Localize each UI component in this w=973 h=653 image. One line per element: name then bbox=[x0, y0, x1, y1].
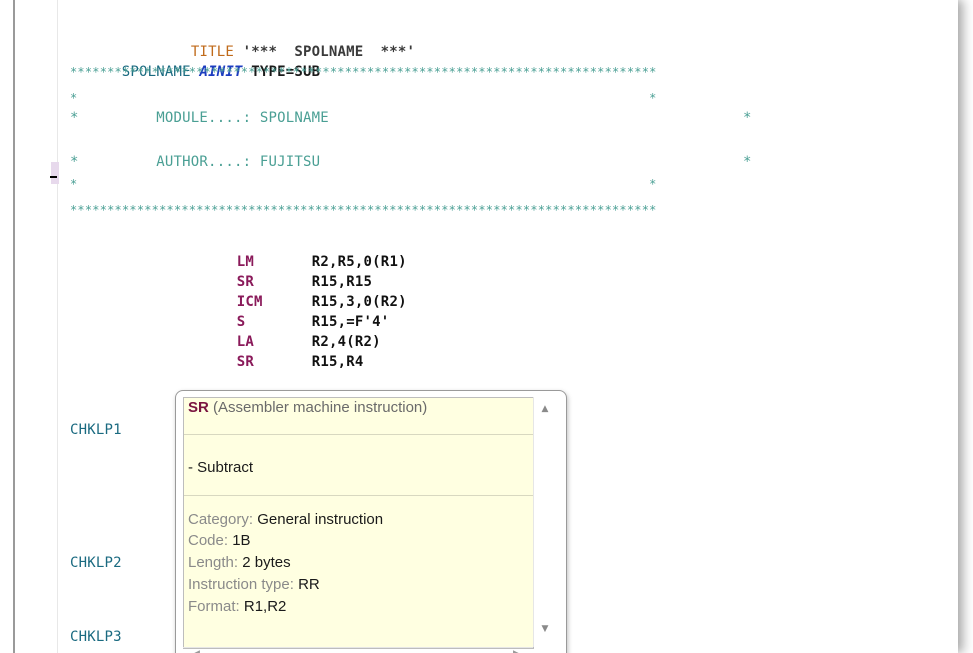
length-label: Length: bbox=[188, 554, 239, 571]
tooltip-subtitle: (Assembler machine instruction) bbox=[213, 399, 428, 416]
tooltip-horizontal-scrollbar[interactable]: ◀ ▶ bbox=[183, 647, 533, 653]
current-line-marker bbox=[51, 162, 59, 184]
length-value: 2 bytes bbox=[242, 554, 291, 571]
comment-line: ****************************************… bbox=[70, 65, 657, 79]
instruction-line-hovered[interactable]: SR R15,R4 bbox=[185, 332, 364, 370]
tooltip-format: Format: R1,R2 bbox=[188, 597, 286, 617]
instruction-line[interactable]: ICM R15,3,0(R2) bbox=[185, 272, 407, 310]
category-label: Category: bbox=[188, 511, 254, 528]
scroll-left-arrow-icon[interactable]: ◀ bbox=[193, 649, 200, 653]
tooltip-content[interactable]: SR (Assembler machine instruction) - Sub… bbox=[183, 397, 534, 649]
label-chklp3[interactable]: CHKLP3 bbox=[70, 627, 122, 647]
tooltip-code: Code: 1B bbox=[188, 531, 251, 551]
tooltip-description: - Subtract bbox=[188, 459, 254, 476]
category-value: General instruction bbox=[257, 511, 384, 528]
code-label: Code: bbox=[188, 532, 229, 549]
editor-gutter[interactable] bbox=[15, 0, 58, 653]
comment-line: ****************************************… bbox=[70, 203, 657, 217]
tooltip-divider bbox=[184, 495, 533, 496]
title-string-end: ***' bbox=[372, 44, 416, 60]
comment-line: * * bbox=[70, 91, 657, 105]
tooltip-vertical-scrollbar[interactable]: ▲ ▼ bbox=[533, 397, 556, 647]
label-chklp2[interactable]: CHKLP2 bbox=[70, 553, 122, 573]
text-cursor bbox=[50, 176, 57, 178]
instruction-line[interactable]: S R15,=F'4' bbox=[185, 292, 389, 330]
instruction-line[interactable]: SR R15,R15 bbox=[185, 252, 372, 290]
comment-author-line: * AUTHOR....: FUJITSU * bbox=[70, 154, 752, 170]
scroll-right-arrow-icon[interactable]: ▶ bbox=[513, 649, 520, 653]
tooltip-divider bbox=[184, 434, 533, 435]
instruction-line[interactable]: LM R2,R5,0(R1) bbox=[185, 232, 407, 270]
code-value: 1B bbox=[232, 532, 251, 549]
title-statement[interactable]: TITLE '*** SPOLNAME ***' bbox=[70, 22, 415, 60]
scroll-down-arrow-icon[interactable]: ▼ bbox=[539, 623, 551, 635]
code-editor-window: TITLE '*** SPOLNAME ***' SPOLNAME AINIT … bbox=[0, 0, 958, 653]
label-chklp1[interactable]: CHKLP1 bbox=[70, 420, 122, 440]
instruction-line[interactable]: LA R2,4(R2) bbox=[185, 312, 381, 350]
format-label: Format: bbox=[188, 598, 240, 615]
type-label: Instruction type: bbox=[188, 576, 294, 593]
comment-module-line: * MODULE....: SPOLNAME * bbox=[70, 110, 752, 126]
tooltip-category: Category: General instruction bbox=[188, 510, 383, 530]
comment-line: * * bbox=[70, 177, 657, 191]
instruction-hover-tooltip: SR (Assembler machine instruction) - Sub… bbox=[175, 390, 567, 653]
tooltip-opcode: SR bbox=[188, 399, 209, 416]
tooltip-header: SR (Assembler machine instruction) bbox=[188, 398, 427, 418]
format-value: R1,R2 bbox=[243, 598, 287, 615]
opcode: SR bbox=[236, 354, 255, 370]
ainit-statement[interactable]: SPOLNAME AINIT TYPE=SUB bbox=[70, 42, 320, 80]
type-value: RR bbox=[298, 576, 320, 593]
tooltip-instruction-type: Instruction type: RR bbox=[188, 575, 320, 595]
scroll-up-arrow-icon[interactable]: ▲ bbox=[539, 403, 551, 415]
operands: R15,R4 bbox=[311, 354, 364, 370]
tooltip-length: Length: 2 bytes bbox=[188, 553, 291, 573]
